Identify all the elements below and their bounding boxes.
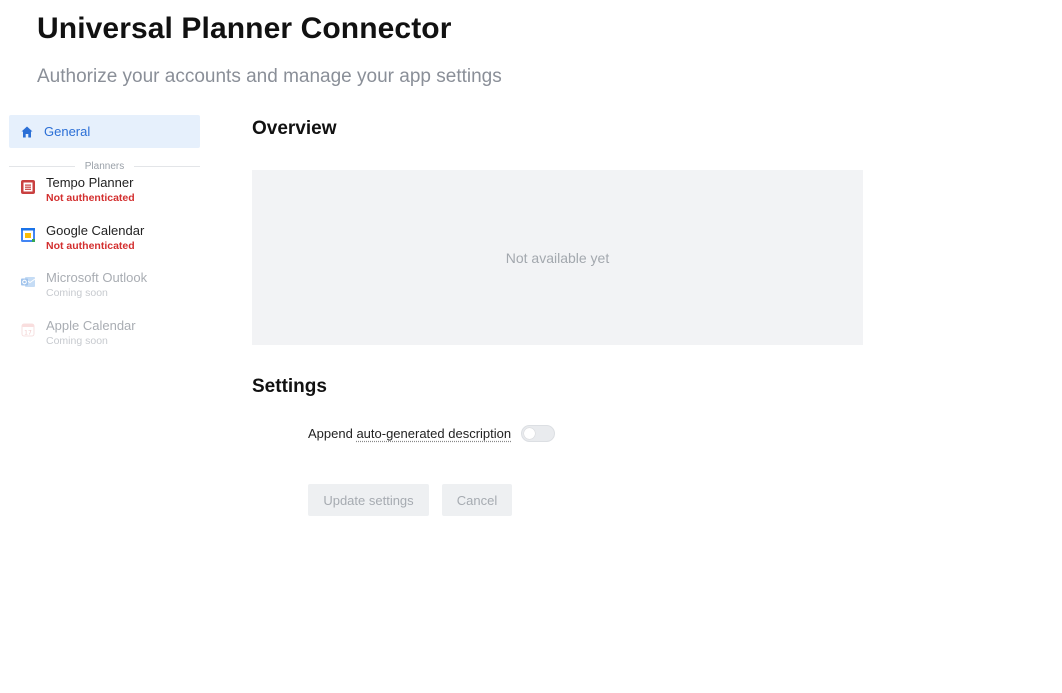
apple-calendar-icon: 17 (20, 322, 36, 338)
planner-status: Coming soon (46, 334, 108, 347)
sidebar: General Planners Tempo Planner Not authe… (9, 115, 200, 364)
divider-line (9, 165, 75, 167)
append-label-prefix: Append (308, 426, 357, 441)
planner-name: Microsoft Outlook (46, 270, 148, 285)
planner-status: Coming soon (46, 287, 108, 299)
planners-divider: Planners (9, 158, 200, 174)
sidebar-item-apple-calendar: 17 Apple Calendar Coming soon (9, 317, 200, 365)
app-subtitle: Authorize your accounts and manage your … (37, 66, 502, 87)
update-settings-button[interactable]: Update settings (308, 484, 429, 516)
overview-panel: Not available yet (252, 170, 863, 345)
sidebar-item-label: General (44, 124, 91, 139)
settings-title: Settings (252, 376, 327, 397)
svg-text:17: 17 (24, 329, 32, 336)
planner-name: Tempo Planner (46, 175, 134, 190)
overview-placeholder: Not available yet (505, 249, 610, 266)
append-description-label: Append auto-generated description (308, 426, 511, 441)
planner-name: Apple Calendar (46, 317, 136, 333)
sidebar-item-google-calendar[interactable]: Google Calendar Not authenticated (9, 222, 200, 270)
sidebar-item-general[interactable]: General (9, 115, 200, 148)
home-icon (20, 125, 34, 139)
planners-group-label: Planners (84, 160, 125, 172)
app-title: Universal Planner Connector (37, 12, 452, 45)
planner-name: Google Calendar (46, 222, 145, 238)
divider-line (134, 165, 200, 167)
sidebar-item-tempo-planner[interactable]: Tempo Planner Not authenticated (9, 174, 200, 222)
planner-status: Not authenticated (46, 239, 135, 252)
toggle-knob (524, 428, 536, 439)
append-description-toggle[interactable] (521, 425, 556, 442)
sidebar-item-microsoft-outlook: Microsoft Outlook Coming soon (9, 269, 200, 317)
planner-status: Not authenticated (46, 192, 135, 204)
append-description-setting: Append auto-generated description (308, 425, 556, 442)
auto-generated-description-tooltip[interactable]: auto-generated description (356, 426, 511, 441)
tempo-planner-icon (20, 179, 36, 195)
google-calendar-icon (20, 227, 36, 243)
overview-title: Overview (252, 118, 337, 139)
outlook-icon (20, 274, 36, 290)
cancel-button[interactable]: Cancel (442, 484, 512, 516)
